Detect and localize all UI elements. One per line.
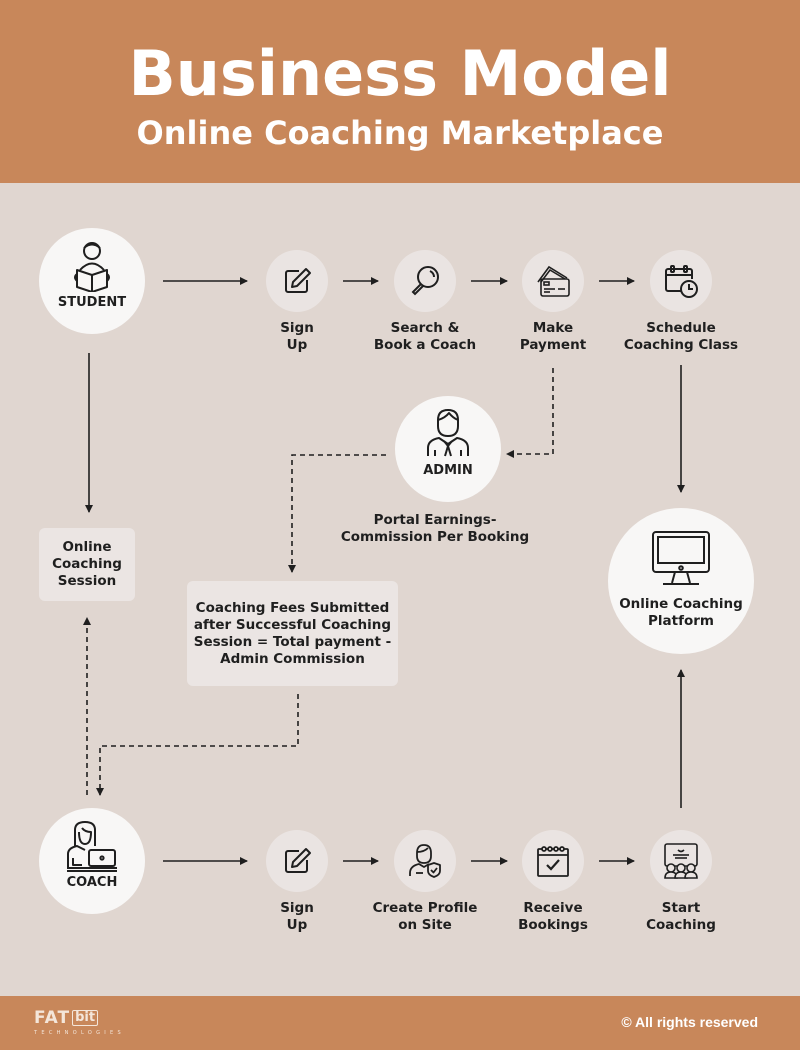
dashed-payment-to-admin bbox=[506, 368, 554, 458]
edit-icon bbox=[285, 268, 311, 293]
student-step-signup-label: Sign Up bbox=[280, 320, 314, 353]
coach-label: COACH bbox=[66, 875, 118, 890]
copyright-text: © All rights reserved bbox=[621, 1014, 758, 1030]
calendar-check-icon bbox=[537, 846, 569, 877]
coaching-fees-box: Coaching Fees Submitted after Successful… bbox=[187, 581, 398, 686]
coach-step-bookings bbox=[522, 830, 584, 892]
student-step-signup bbox=[266, 250, 328, 312]
admin-label: ADMIN bbox=[423, 463, 473, 478]
coach-step-start bbox=[650, 830, 712, 892]
coach-laptop-icon bbox=[65, 820, 119, 876]
student-step-search bbox=[394, 250, 456, 312]
student-step-payment bbox=[522, 250, 584, 312]
coach-step-profile-label: Create Profile on Site bbox=[372, 900, 478, 933]
admin-person-icon bbox=[425, 408, 471, 462]
verified-profile-icon bbox=[409, 844, 441, 878]
student-reading-icon bbox=[72, 240, 112, 296]
coach-step-bookings-label: Receive Bookings bbox=[518, 900, 588, 933]
search-icon bbox=[411, 266, 439, 296]
coach-step-profile bbox=[394, 830, 456, 892]
monitor-icon bbox=[652, 531, 710, 585]
admin-node: ADMIN bbox=[395, 396, 501, 502]
coach-node: COACH bbox=[39, 808, 145, 914]
online-coaching-platform-node: Online Coaching Platform bbox=[608, 508, 754, 654]
student-node: STUDENT bbox=[39, 228, 145, 334]
coach-step-start-label: Start Coaching bbox=[646, 900, 716, 933]
student-step-schedule bbox=[650, 250, 712, 312]
credit-card-icon bbox=[537, 265, 570, 297]
student-step-schedule-label: Schedule Coaching Class bbox=[623, 320, 739, 353]
edit-icon bbox=[285, 848, 311, 873]
platform-label: Online Coaching Platform bbox=[619, 596, 743, 629]
student-label: STUDENT bbox=[57, 295, 127, 310]
dashed-fees-to-coach bbox=[96, 694, 299, 796]
coach-step-signup-label: Sign Up bbox=[280, 900, 314, 933]
fatbit-logo: FAT bit TECHNOLOGIES bbox=[34, 1008, 125, 1036]
calendar-clock-icon bbox=[665, 265, 698, 298]
admin-caption: Portal Earnings- Commission Per Booking bbox=[340, 512, 530, 545]
online-coaching-session-box: Online Coaching Session bbox=[39, 528, 135, 601]
student-step-search-label: Search & Book a Coach bbox=[373, 320, 477, 353]
footer: FAT bit TECHNOLOGIES © All rights reserve… bbox=[0, 996, 800, 1050]
classroom-icon bbox=[664, 843, 698, 879]
coach-step-signup bbox=[266, 830, 328, 892]
student-step-payment-label: Make Payment bbox=[519, 320, 587, 353]
